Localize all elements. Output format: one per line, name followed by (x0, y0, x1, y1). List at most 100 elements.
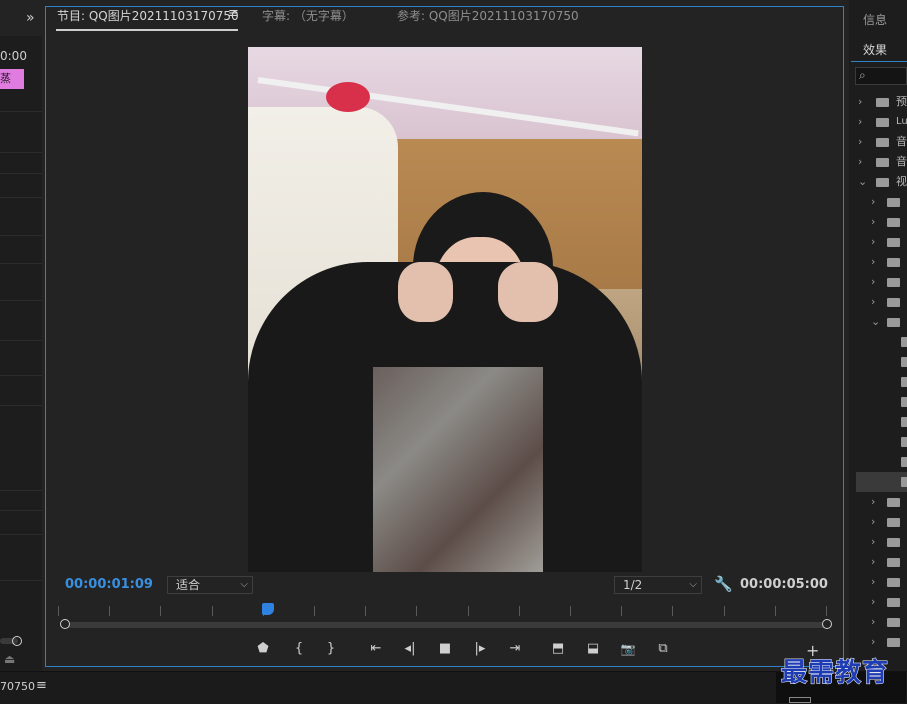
time-ruler[interactable] (58, 606, 828, 618)
clip-label[interactable]: 蒸 (0, 69, 24, 89)
effects-folder-lumetri[interactable]: › Lu (856, 112, 907, 132)
left-scrollbar-handle[interactable] (12, 636, 22, 646)
go-to-in-icon[interactable]: ⇤ (367, 640, 385, 658)
folder-icon (887, 638, 900, 647)
ruler-tick (826, 606, 827, 616)
tab-info[interactable]: 信息 (863, 11, 887, 28)
folder-icon (887, 598, 900, 607)
ruler-tick (160, 606, 161, 616)
export-frame-camera-icon[interactable]: 📷 (619, 640, 637, 658)
effect-item[interactable] (856, 432, 907, 452)
video-frame[interactable] (248, 47, 642, 572)
lift-icon[interactable]: ⬒ (549, 640, 567, 658)
chevron-right-icon: › (871, 515, 876, 528)
step-back-icon[interactable]: ◂| (401, 640, 419, 658)
timeline-header (0, 671, 907, 704)
chevron-right-icon: › (871, 535, 876, 548)
effect-item[interactable] (856, 412, 907, 432)
panel-menu-icon[interactable]: ≡ (36, 678, 47, 693)
effect-icon (901, 457, 907, 467)
effects-folder-audio-effects[interactable]: › 音 (856, 132, 907, 152)
tab-program[interactable]: 节目: QQ图片20211103170750 (57, 7, 239, 24)
collapse-panels-icon[interactable]: » (26, 10, 35, 26)
zoom-scrollbar-left-handle[interactable] (60, 619, 70, 629)
playback-resolution-select[interactable]: 1/2 ⌵ (614, 576, 702, 594)
track-divider (0, 263, 42, 264)
tab-captions[interactable]: 字幕: （无字幕） (262, 7, 354, 24)
effect-item[interactable] (856, 372, 907, 392)
effects-subfolder[interactable]: › (856, 592, 907, 612)
effects-subfolder[interactable]: › (856, 492, 907, 512)
add-marker-icon[interactable]: ⬟ (254, 640, 272, 658)
zoom-scrollbar-right-handle[interactable] (822, 619, 832, 629)
effects-subfolder[interactable]: › (856, 252, 907, 272)
extract-icon[interactable]: ⬓ (584, 640, 602, 658)
go-to-out-icon[interactable]: ⇥ (506, 640, 524, 658)
mark-in-icon[interactable]: { (290, 640, 308, 658)
folder-label: Lu (896, 116, 907, 127)
effect-item[interactable] (856, 392, 907, 412)
folder-icon (876, 158, 889, 167)
stop-icon[interactable]: ■ (436, 640, 454, 658)
ruler-tick (672, 606, 673, 616)
chevron-down-icon: ⌄ (871, 315, 881, 328)
settings-wrench-icon[interactable]: 🔧 (714, 575, 733, 593)
playhead-timecode[interactable]: 00:00:01:09 (65, 577, 153, 592)
step-forward-icon[interactable]: |▸ (471, 640, 489, 658)
effects-subfolder[interactable]: › (856, 512, 907, 532)
tab-reference[interactable]: 参考: QQ图片20211103170750 (397, 7, 579, 24)
watermark-logo: 最需教育 (780, 658, 890, 689)
effect-icon (901, 337, 907, 347)
chevron-down-icon: ⌄ (858, 175, 868, 188)
project-panel-header (0, 0, 42, 36)
tab-effects[interactable]: 效果 (863, 41, 887, 58)
effects-subfolder[interactable]: › (856, 532, 907, 552)
track-divider (0, 375, 42, 376)
effects-folder-audio-transitions[interactable]: › 音 (856, 152, 907, 172)
comparison-view-icon[interactable]: ⧉ (654, 640, 672, 658)
effects-subfolder[interactable]: › (856, 292, 907, 312)
effects-subfolder[interactable]: › (856, 632, 907, 652)
effect-icon (901, 397, 907, 407)
effect-item[interactable] (856, 452, 907, 472)
effects-subfolder[interactable]: › (856, 612, 907, 632)
chevron-right-icon: › (871, 615, 876, 628)
effect-item-selected[interactable] (856, 472, 907, 492)
chevron-down-icon: ⌵ (240, 579, 248, 590)
folder-icon (887, 518, 900, 527)
zoom-level-select[interactable]: 适合 ⌵ (167, 576, 253, 594)
effects-subfolder[interactable]: › (856, 192, 907, 212)
chevron-right-icon: › (871, 275, 876, 288)
track-divider (0, 534, 42, 535)
chevron-right-icon: › (871, 255, 876, 268)
source-timecode: 0:00 (0, 49, 27, 63)
effect-item[interactable] (856, 352, 907, 372)
effects-subfolder[interactable]: › (856, 272, 907, 292)
effects-subfolder[interactable]: › (856, 552, 907, 572)
effects-folder-presets[interactable]: › 预 (856, 92, 907, 112)
folder-label: 音 (896, 155, 907, 168)
ruler-tick (621, 606, 622, 616)
effects-subfolder[interactable]: › (856, 572, 907, 592)
effects-subfolder[interactable]: › (856, 232, 907, 252)
strawberry-toy (326, 82, 370, 112)
effects-subfolder[interactable]: › (856, 212, 907, 232)
mark-out-icon[interactable]: } (322, 640, 340, 658)
timeline-sequence-tab[interactable]: 70750 (0, 680, 35, 693)
panel-menu-icon[interactable]: ≡ (228, 6, 239, 21)
effects-subfolder-expanded[interactable]: ⌄ (856, 312, 907, 332)
chevron-right-icon: › (871, 595, 876, 608)
export-icon[interactable]: ⏏ (4, 652, 15, 666)
zoom-scrollbar[interactable] (64, 622, 827, 628)
effect-item[interactable] (856, 332, 907, 352)
effects-folder-video-effects[interactable]: ⌄ 视 (856, 172, 907, 192)
project-panel (0, 0, 42, 672)
ruler-tick (775, 606, 776, 616)
search-icon: ⌕ (859, 68, 866, 82)
folder-label: 音 (896, 135, 907, 148)
ruler-tick (109, 606, 110, 616)
meter-box (789, 697, 811, 703)
playhead-handle[interactable] (262, 603, 274, 615)
track-divider (0, 300, 42, 301)
chevron-down-icon: ⌵ (689, 579, 697, 590)
